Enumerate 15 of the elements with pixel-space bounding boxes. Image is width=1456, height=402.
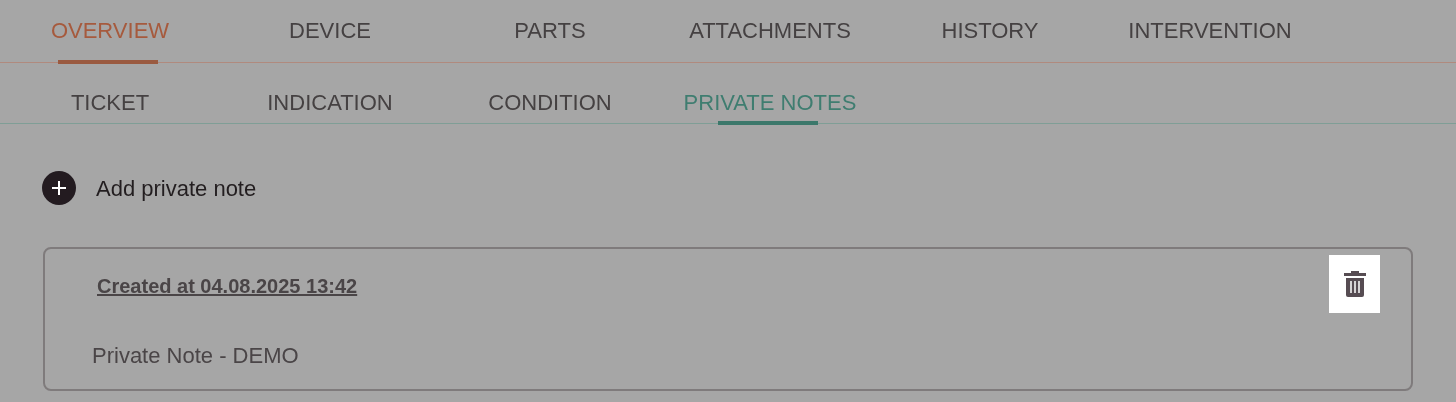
tab[interactable]: PARTS (440, 0, 660, 62)
tab[interactable]: CONDITION (440, 63, 660, 123)
note-date: Created at 04.08.2025 13:42 (97, 274, 358, 299)
tab[interactable]: DEVICE (220, 0, 440, 62)
note-text: Private Note - DEMO (92, 342, 300, 370)
plus-icon (42, 171, 76, 205)
tab[interactable]: TICKET (0, 63, 220, 123)
tab[interactable]: OVERVIEW (0, 0, 220, 62)
tab[interactable]: HISTORY (880, 0, 1100, 62)
trash-icon (1342, 270, 1367, 298)
delete-button[interactable] (1329, 255, 1380, 313)
tab[interactable]: INDICATION (220, 63, 440, 123)
tab[interactable]: INTERVENTION (1100, 0, 1320, 62)
add-note-button[interactable]: Add private note (42, 171, 257, 205)
tab[interactable]: ATTACHMENTS (660, 0, 880, 62)
